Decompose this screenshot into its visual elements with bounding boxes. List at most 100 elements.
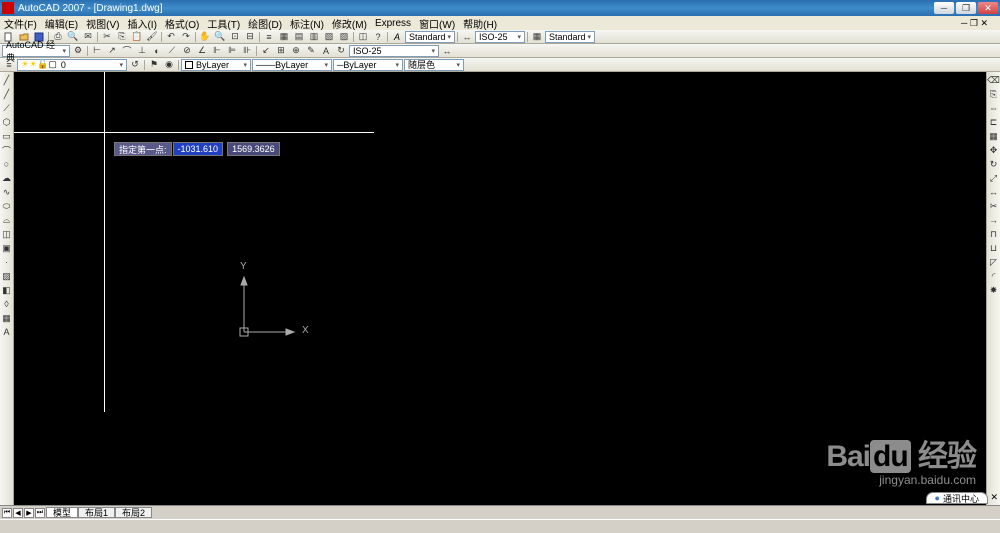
point-icon[interactable]: · bbox=[1, 256, 13, 268]
color-dropdown[interactable]: ByLayer bbox=[181, 59, 251, 71]
layer-iso-icon[interactable]: ◉ bbox=[162, 59, 176, 71]
plotstyle-dropdown[interactable]: 随层色 bbox=[404, 59, 464, 71]
zoom-win-icon[interactable]: ⊡ bbox=[228, 31, 242, 43]
layer-dropdown[interactable]: ☀☀🔓▢ 0 bbox=[17, 59, 127, 71]
layer-prev-icon[interactable]: ↺ bbox=[128, 59, 142, 71]
dimstyle-mgr-icon[interactable]: ↔ bbox=[440, 45, 454, 57]
fillet-icon[interactable]: ◜ bbox=[988, 270, 1000, 282]
menu-format[interactable]: 格式(O) bbox=[165, 16, 199, 31]
xline-icon[interactable]: ╱ bbox=[1, 88, 13, 100]
tablestyle-dropdown[interactable]: Standard bbox=[545, 31, 595, 43]
markup-icon[interactable]: ▧ bbox=[322, 31, 336, 43]
dim-base-icon[interactable]: ⊫ bbox=[225, 45, 239, 57]
dimstyle-icon[interactable]: ↔ bbox=[460, 31, 474, 43]
textstyle-dropdown[interactable]: Standard bbox=[405, 31, 455, 43]
dim-arc-icon[interactable]: ⌒ bbox=[120, 45, 134, 57]
dim-rad-icon[interactable]: ◐ bbox=[150, 45, 164, 57]
copy-obj-icon[interactable]: ⎘ bbox=[988, 88, 1000, 100]
explode-icon[interactable]: ✸ bbox=[988, 284, 1000, 296]
dimupdate-icon[interactable]: ↻ bbox=[334, 45, 348, 57]
break-icon[interactable]: ⊓ bbox=[988, 228, 1000, 240]
line-icon[interactable]: ╱ bbox=[1, 74, 13, 86]
dimstyle-dropdown[interactable]: ISO-25 bbox=[475, 31, 525, 43]
workspace-settings-icon[interactable]: ⚙ bbox=[71, 45, 85, 57]
leader-icon[interactable]: ↙ bbox=[259, 45, 273, 57]
menu-dim[interactable]: 标注(N) bbox=[290, 16, 324, 31]
dimtedit-icon[interactable]: A bbox=[319, 45, 333, 57]
erase-icon[interactable]: ⌫ bbox=[988, 74, 1000, 86]
maximize-button[interactable]: ❐ bbox=[956, 2, 976, 14]
hatch-icon[interactable]: ▨ bbox=[1, 270, 13, 282]
layer-mgr-icon[interactable]: ≡ bbox=[2, 59, 16, 71]
array-icon[interactable]: ▦ bbox=[988, 130, 1000, 142]
insert-block-icon[interactable]: ◫ bbox=[1, 228, 13, 240]
dynamic-input-x[interactable]: -1031.610 bbox=[173, 142, 224, 156]
tab-layout1[interactable]: 布局1 bbox=[78, 507, 115, 518]
menu-edit[interactable]: 编辑(E) bbox=[45, 16, 78, 31]
tab-last-button[interactable]: ⏭ bbox=[35, 508, 45, 518]
table-icon[interactable]: ▦ bbox=[1, 312, 13, 324]
dimedit-icon[interactable]: ✎ bbox=[304, 45, 318, 57]
menu-draw[interactable]: 绘图(D) bbox=[248, 16, 282, 31]
arc-icon[interactable]: ⌒ bbox=[1, 144, 13, 156]
extend-icon[interactable]: → bbox=[988, 214, 1000, 226]
doc-minimize-button[interactable]: ─ ❐ ✕ bbox=[961, 18, 988, 29]
region-icon[interactable]: ◊ bbox=[1, 298, 13, 310]
layer-state-icon[interactable]: ⚑ bbox=[147, 59, 161, 71]
communication-center[interactable]: 通讯中心 bbox=[926, 492, 988, 504]
scale-icon[interactable]: ⤢ bbox=[988, 172, 1000, 184]
menu-file[interactable]: 文件(F) bbox=[4, 16, 37, 31]
menu-help[interactable]: 帮助(H) bbox=[463, 16, 497, 31]
dim-aligned-icon[interactable]: ↗ bbox=[105, 45, 119, 57]
menu-tools[interactable]: 工具(T) bbox=[207, 16, 240, 31]
rotate-icon[interactable]: ↻ bbox=[988, 158, 1000, 170]
tray-close-icon[interactable]: ✕ bbox=[990, 492, 998, 503]
dim-linear-icon[interactable]: ⊢ bbox=[90, 45, 104, 57]
tab-prev-button[interactable]: ◀ bbox=[13, 508, 23, 518]
block-icon[interactable]: ◫ bbox=[356, 31, 370, 43]
offset-icon[interactable]: ⊏ bbox=[988, 116, 1000, 128]
publish-icon[interactable]: ✉ bbox=[81, 31, 95, 43]
drawing-canvas[interactable]: 指定第一点: -1031.610 1569.3626 Y X Baidu 经验 … bbox=[14, 72, 986, 505]
tab-first-button[interactable]: ⏮ bbox=[2, 508, 12, 518]
make-block-icon[interactable]: ▣ bbox=[1, 242, 13, 254]
dimstyle2-dropdown[interactable]: ISO-25 bbox=[349, 45, 439, 57]
revcloud-icon[interactable]: ☁ bbox=[1, 172, 13, 184]
match-icon[interactable]: 🖌 bbox=[145, 31, 159, 43]
properties-icon[interactable]: ≡ bbox=[262, 31, 276, 43]
tab-next-button[interactable]: ▶ bbox=[24, 508, 34, 518]
menu-insert[interactable]: 插入(I) bbox=[127, 16, 156, 31]
dim-ang-icon[interactable]: ∠ bbox=[195, 45, 209, 57]
sheet-set-icon[interactable]: ▥ bbox=[307, 31, 321, 43]
tab-layout2[interactable]: 布局2 bbox=[115, 507, 152, 518]
dim-cont-icon[interactable]: ⊪ bbox=[240, 45, 254, 57]
ellipse-arc-icon[interactable]: ⌓ bbox=[1, 214, 13, 226]
rectangle-icon[interactable]: ▭ bbox=[1, 130, 13, 142]
lineweight-dropdown[interactable]: ─ ByLayer bbox=[333, 59, 403, 71]
zoom-prev-icon[interactable]: ⊟ bbox=[243, 31, 257, 43]
dc-icon[interactable]: ▦ bbox=[277, 31, 291, 43]
textstyle-icon[interactable]: A bbox=[390, 31, 404, 43]
chamfer-icon[interactable]: ◸ bbox=[988, 256, 1000, 268]
mirror-icon[interactable]: ⇔ bbox=[988, 102, 1000, 114]
polygon-icon[interactable]: ⬡ bbox=[1, 116, 13, 128]
join-icon[interactable]: ⊔ bbox=[988, 242, 1000, 254]
menu-view[interactable]: 视图(V) bbox=[86, 16, 119, 31]
paste-icon[interactable]: 📋 bbox=[130, 31, 144, 43]
stretch-icon[interactable]: ↔ bbox=[988, 186, 1000, 198]
tool-palette-icon[interactable]: ▤ bbox=[292, 31, 306, 43]
ellipse-icon[interactable]: ⬭ bbox=[1, 200, 13, 212]
tolerance-icon[interactable]: ⊞ bbox=[274, 45, 288, 57]
close-button[interactable]: ✕ bbox=[978, 2, 998, 14]
mtext-icon[interactable]: A bbox=[1, 326, 13, 338]
copy-icon[interactable]: ⎘ bbox=[115, 31, 129, 43]
dynamic-input-y[interactable]: 1569.3626 bbox=[227, 142, 280, 156]
help-icon[interactable]: ? bbox=[371, 31, 385, 43]
cut-icon[interactable]: ✂ bbox=[100, 31, 114, 43]
menu-window[interactable]: 窗口(W) bbox=[419, 16, 455, 31]
workspace-dropdown[interactable]: AutoCAD 经典 bbox=[2, 45, 70, 57]
move-icon[interactable]: ✥ bbox=[988, 144, 1000, 156]
dim-jog-icon[interactable]: ⟋ bbox=[165, 45, 179, 57]
zoom-rt-icon[interactable]: 🔍 bbox=[213, 31, 227, 43]
trim-icon[interactable]: ✂ bbox=[988, 200, 1000, 212]
